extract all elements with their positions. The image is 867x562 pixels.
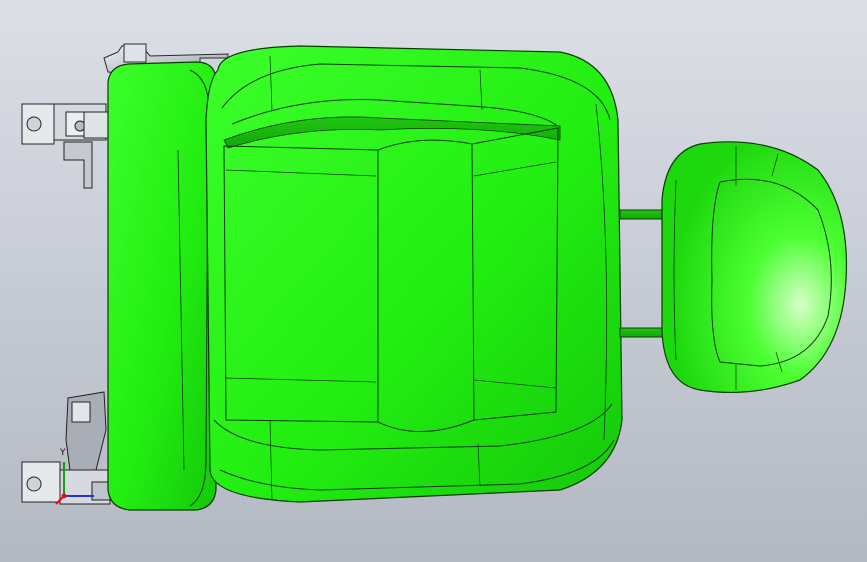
graphics-viewport[interactable]: Y: [0, 0, 867, 562]
seat-back-frame[interactable]: [107, 61, 217, 511]
triad-origin: [61, 493, 67, 499]
triad-y-label: Y: [59, 448, 66, 458]
cad-model-view[interactable]: Y: [0, 0, 867, 562]
headrest[interactable]: [661, 141, 848, 394]
upper-mount-bracket[interactable]: [21, 103, 109, 189]
lower-mount-bracket[interactable]: [21, 391, 111, 505]
seat-cushion[interactable]: [205, 45, 623, 503]
